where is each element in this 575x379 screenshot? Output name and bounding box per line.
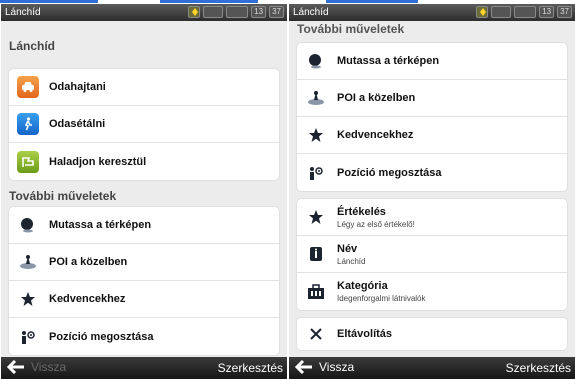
- item-label: Kedvencekhez: [337, 129, 414, 141]
- share-position-item[interactable]: Pozíció megosztása: [297, 154, 567, 191]
- item-label: Mutassa a térképen: [337, 55, 440, 67]
- battery-icon: [491, 6, 512, 18]
- name-item[interactable]: Név Lánchíd: [297, 236, 567, 273]
- walking-person-icon: [17, 113, 39, 135]
- left-screen: Lánchíd 13 37 Lánchíd Odahajtani Odasétá…: [1, 4, 287, 379]
- category-icon: [305, 281, 327, 303]
- category-item[interactable]: Kategória Idegenforgalmi látnivalók: [297, 273, 567, 310]
- status-title: Lánchíd: [293, 7, 329, 18]
- item-label: Kedvencekhez: [49, 293, 126, 305]
- page-title: Lánchíd: [9, 39, 56, 53]
- remove-group: Eltávolítás: [297, 318, 567, 350]
- item-label: Értékelés: [337, 205, 386, 218]
- back-arrow-icon: [295, 360, 312, 374]
- item-label: Haladjon keresztül: [49, 155, 147, 168]
- star-icon: [305, 124, 327, 146]
- bottom-bar: Vissza Szerkesztés: [1, 357, 287, 379]
- item-label: Pozíció megosztása: [49, 330, 154, 343]
- item-label: Mutassa a térképen: [49, 219, 152, 231]
- share-position-icon: [305, 162, 327, 184]
- back-label: Vissza: [31, 360, 67, 374]
- signal-icon: [514, 6, 537, 18]
- top-divider-right: [326, 0, 418, 3]
- add-favorite-item[interactable]: Kedvencekhez: [297, 117, 567, 154]
- item-label: Eltávolítás: [337, 328, 393, 340]
- poi-nearby-icon: [17, 251, 39, 273]
- show-on-map-item[interactable]: Mutassa a térképen: [9, 207, 279, 244]
- item-label: Odasétálni: [49, 118, 106, 130]
- map-pin-icon: [17, 214, 39, 236]
- drive-there-item[interactable]: Odahajtani: [9, 69, 279, 106]
- back-button[interactable]: Vissza: [295, 360, 354, 374]
- clock-minute: 37: [557, 6, 572, 18]
- route-flag-icon: [17, 150, 39, 173]
- star-icon: [17, 288, 39, 310]
- poi-nearby-item[interactable]: POI a közelben: [297, 80, 567, 117]
- name-tag-icon: [305, 243, 327, 265]
- poi-nearby-item[interactable]: POI a közelben: [9, 244, 279, 281]
- share-position-icon: [17, 326, 39, 348]
- section-title: További műveletek: [297, 22, 405, 36]
- bottom-bar: Vissza Szerkesztés: [289, 357, 575, 379]
- back-label: Vissza: [319, 360, 355, 374]
- go-via-item[interactable]: Haladjon keresztül: [9, 143, 279, 180]
- item-label: POI a közelben: [337, 92, 416, 104]
- item-sublabel: Idegenforgalmi látnivalók: [337, 294, 426, 303]
- star-icon: [305, 206, 327, 228]
- item-label: POI a közelben: [49, 256, 128, 268]
- item-label: Név: [337, 242, 358, 255]
- status-bar: Lánchíd 13 37: [1, 4, 287, 21]
- item-label: Kategória: [337, 280, 388, 292]
- item-label: Pozíció megosztása: [337, 166, 442, 179]
- edit-button[interactable]: Szerkesztés: [218, 361, 283, 375]
- gps-icon: [476, 6, 489, 18]
- car-icon: [17, 76, 39, 98]
- gps-icon: [188, 6, 201, 18]
- navigation-options: Odahajtani Odasétálni Haladjon keresztül: [9, 69, 279, 180]
- details-list: Értékelés Légy az első értékelő! Név Lán…: [297, 199, 567, 310]
- top-divider-left: [0, 0, 98, 3]
- walk-there-item[interactable]: Odasétálni: [9, 106, 279, 143]
- clock-hour: 13: [539, 6, 555, 18]
- map-pin-icon: [305, 50, 327, 72]
- back-arrow-icon: [7, 360, 24, 374]
- signal-icon: [226, 6, 249, 18]
- add-favorite-item[interactable]: Kedvencekhez: [9, 281, 279, 318]
- rating-item[interactable]: Értékelés Légy az első értékelő!: [297, 199, 567, 236]
- section-title: További műveletek: [9, 189, 117, 203]
- item-label: Odahajtani: [49, 81, 106, 93]
- item-sublabel: Lánchíd: [337, 256, 366, 266]
- share-position-item[interactable]: Pozíció megosztása: [9, 318, 279, 355]
- battery-icon: [203, 6, 224, 18]
- item-sublabel: Légy az első értékelő!: [337, 219, 415, 229]
- show-on-map-item[interactable]: Mutassa a térképen: [297, 43, 567, 80]
- more-actions-list: Mutassa a térképen POI a közelben Kedven…: [297, 43, 567, 191]
- more-actions-list: Mutassa a térképen POI a közelben Kedven…: [9, 207, 279, 355]
- right-screen: Lánchíd 13 37 További műveletek Mutassa …: [289, 4, 575, 379]
- status-bar: Lánchíd 13 37: [289, 4, 575, 21]
- clock-minute: 37: [269, 6, 284, 18]
- clock-hour: 13: [251, 6, 267, 18]
- back-button[interactable]: Vissza: [7, 360, 66, 374]
- edit-button[interactable]: Szerkesztés: [506, 361, 571, 375]
- top-divider-mid: [160, 0, 258, 3]
- remove-item[interactable]: Eltávolítás: [297, 318, 567, 350]
- poi-nearby-icon: [305, 87, 327, 109]
- status-title: Lánchíd: [5, 7, 41, 18]
- remove-x-icon: [305, 323, 327, 345]
